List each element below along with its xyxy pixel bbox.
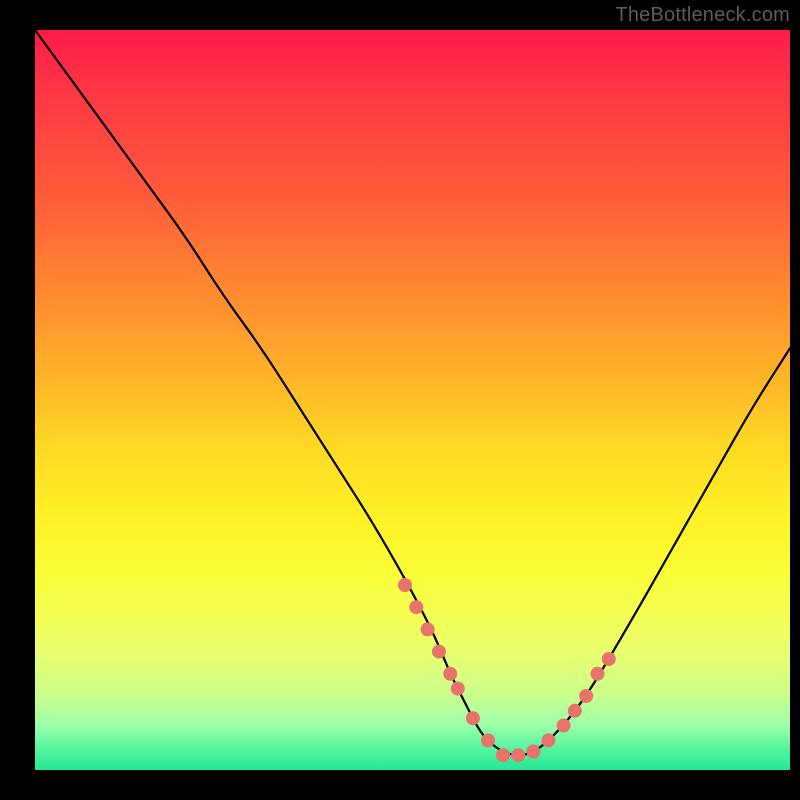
marker-dot: [451, 682, 465, 696]
marker-dot: [496, 748, 510, 762]
marker-dot: [602, 652, 616, 666]
marker-dot: [432, 645, 446, 659]
marker-dot: [568, 704, 582, 718]
marker-dot: [541, 733, 555, 747]
marker-dot: [466, 711, 480, 725]
marker-dot: [421, 622, 435, 636]
marker-dot: [579, 689, 593, 703]
marker-dot: [398, 578, 412, 592]
chart-container: TheBottleneck.com: [0, 0, 800, 800]
highlight-markers: [398, 578, 616, 762]
marker-dot: [557, 719, 571, 733]
watermark-text: TheBottleneck.com: [615, 4, 790, 27]
marker-dot: [481, 733, 495, 747]
marker-dot: [511, 748, 525, 762]
marker-dot: [443, 667, 457, 681]
chart-svg: [35, 30, 790, 770]
plot-area: [35, 30, 790, 770]
marker-dot: [590, 667, 604, 681]
bottleneck-curve: [35, 30, 790, 755]
marker-dot: [526, 745, 540, 759]
marker-dot: [409, 600, 423, 614]
